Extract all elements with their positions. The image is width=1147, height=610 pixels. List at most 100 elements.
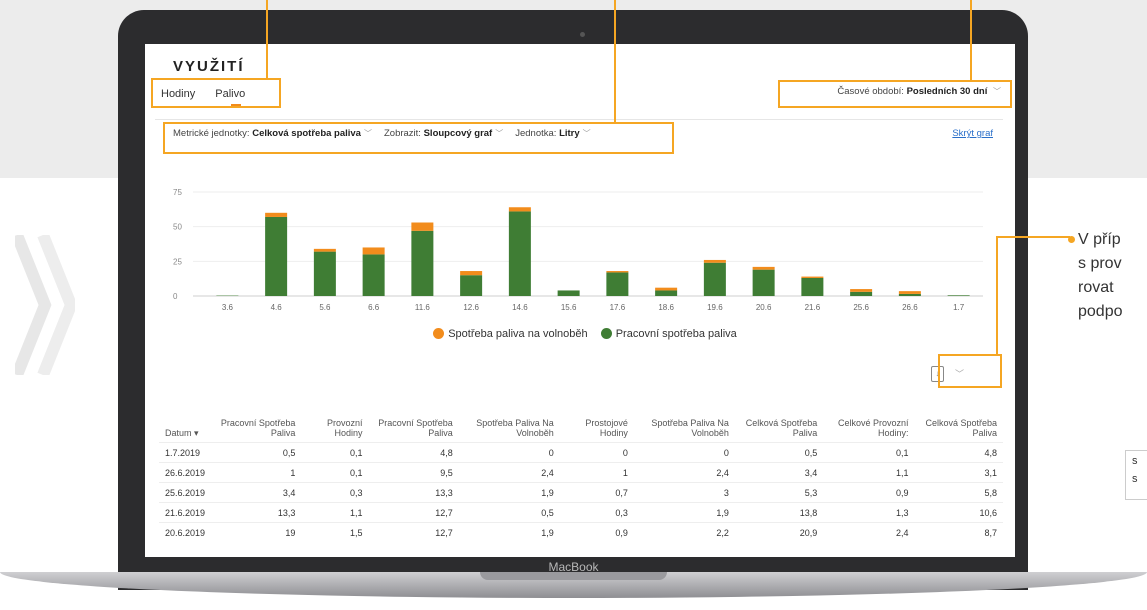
table-cell: 13,3 xyxy=(368,482,459,503)
table-cell: 0,5 xyxy=(734,442,824,463)
legend-label-work: Pracovní spotřeba paliva xyxy=(615,328,737,340)
column-header[interactable]: Datum ▾ xyxy=(159,416,211,443)
table-cell: 3,1 xyxy=(914,462,1003,483)
table-cell: 2,4 xyxy=(823,522,915,542)
bar-segment[interactable] xyxy=(460,275,483,296)
bar-segment[interactable] xyxy=(362,247,385,255)
bar-segment[interactable] xyxy=(606,272,629,296)
table-cell: 8,7 xyxy=(914,522,1003,542)
side-box-line: s xyxy=(1132,473,1138,485)
table-row: 20.6.2019 19 1,5 12,7 1,9 0,9 2,2 20,9 2,4 8,7 xyxy=(159,522,1003,542)
x-tick-label: 18.6 xyxy=(658,303,674,312)
bar-segment[interactable] xyxy=(265,212,288,217)
column-header: Spotřeba Paliva Na Volnoběh xyxy=(651,418,729,438)
bar-segment[interactable] xyxy=(508,211,531,296)
table-cell: 2,4 xyxy=(458,462,560,483)
bar-segment[interactable] xyxy=(752,266,775,270)
chevrons-decoration xyxy=(15,235,75,375)
callout-box-export xyxy=(938,354,1002,388)
table-cell: 1,1 xyxy=(823,462,915,483)
table-cell: 0,1 xyxy=(823,442,915,463)
x-tick-label: 17.6 xyxy=(610,303,626,312)
fuel-table: Datum ▾ Pracovní Spotřeba Paliva Provozní … xyxy=(159,416,1003,542)
x-tick-label: 21.6 xyxy=(805,303,821,312)
leader-line-period-top xyxy=(970,0,972,44)
table-cell: 1,5 xyxy=(301,522,369,542)
table-cell: 0,5 xyxy=(211,442,302,463)
bar-segment[interactable] xyxy=(313,251,336,296)
table-cell: 3,4 xyxy=(734,462,824,483)
bar-segment[interactable] xyxy=(460,271,483,276)
bar-segment[interactable] xyxy=(655,287,678,291)
table-cell: 13,3 xyxy=(211,502,302,523)
leader-line-export-h xyxy=(996,236,1015,238)
table-cell: 12,7 xyxy=(368,522,459,542)
side-text-line: V příp xyxy=(1078,231,1121,248)
bar-segment[interactable] xyxy=(362,254,385,296)
table-cell: 0,3 xyxy=(301,482,369,503)
table-row: 26.6.2019 1 0,1 9,5 2,4 1 2,4 3,4 1,1 3,1 xyxy=(159,462,1003,483)
callout-box-tabs xyxy=(151,78,281,108)
table-cell: 9,5 xyxy=(368,462,459,483)
table-cell: 5,8 xyxy=(914,482,1003,503)
bar-segment[interactable] xyxy=(752,269,775,296)
table-cell: 0,9 xyxy=(559,522,634,542)
legend-swatch-idle xyxy=(433,328,445,339)
side-box-line: s xyxy=(1132,455,1138,467)
bar-segment[interactable] xyxy=(313,248,336,252)
x-tick-label: 15.6 xyxy=(561,303,577,312)
table-row: 21.6.2019 13,3 1,1 12,7 0,5 0,3 1,9 13,8 1,3 10,6 xyxy=(159,502,1003,523)
table-cell: 1,9 xyxy=(633,502,735,523)
bar-segment[interactable] xyxy=(850,289,873,292)
bar-segment[interactable] xyxy=(801,276,824,278)
table-cell: 1,3 xyxy=(823,502,915,523)
bar-segment[interactable] xyxy=(947,295,970,296)
table-cell: 20.6.2019 xyxy=(159,522,212,542)
column-header: Pracovní Spotřeba Paliva xyxy=(378,418,453,438)
table-cell: 3,4 xyxy=(211,482,302,503)
column-header: Celkové Provozní Hodiny: xyxy=(838,418,909,438)
hide-chart-link[interactable]: Skrýt graf xyxy=(952,128,993,139)
camera-dot xyxy=(580,32,585,37)
bar-segment[interactable] xyxy=(801,277,824,296)
side-text-line: podpo xyxy=(1078,303,1123,320)
table-body: 1.7.2019 0,5 0,1 4,8 0 0 0 0,5 0,1 4,8 26.6.2019 1 0… xyxy=(159,442,1003,542)
x-tick-label: 25.6 xyxy=(853,303,869,312)
leader-line-side xyxy=(1015,236,1070,238)
bar-segment[interactable] xyxy=(508,207,531,212)
x-tick-label: 26.6 xyxy=(902,303,918,312)
x-tick-label: 12.6 xyxy=(463,303,479,312)
bar-segment[interactable] xyxy=(606,271,629,273)
y-tick-label: 50 xyxy=(173,223,182,232)
table-cell: 12,7 xyxy=(368,502,459,523)
bar-segment[interactable] xyxy=(898,293,921,296)
x-tick-label: 11.6 xyxy=(415,303,431,312)
table-cell: 0,7 xyxy=(559,482,634,503)
table-cell: 1,9 xyxy=(458,522,560,542)
bar-segment[interactable] xyxy=(898,291,921,294)
bar-segment[interactable] xyxy=(265,216,288,296)
table-cell: 1 xyxy=(559,462,634,483)
bar-segment[interactable] xyxy=(703,259,726,263)
column-header: Celková Spotřeba Paliva xyxy=(745,418,818,438)
table-cell: 4,8 xyxy=(914,442,1003,463)
bar-segment[interactable] xyxy=(850,291,873,296)
table-cell: 5,3 xyxy=(734,482,824,503)
table-cell: 20,9 xyxy=(734,522,824,542)
table-cell: 13,8 xyxy=(734,502,824,523)
side-text-line: s prov xyxy=(1078,255,1122,272)
column-header: Provozní Hodiny xyxy=(326,418,363,438)
bar-segment[interactable] xyxy=(411,230,434,296)
bar-segment[interactable] xyxy=(557,290,580,296)
side-partial-box: s s xyxy=(1125,450,1147,500)
table-header-row: Datum ▾ Pracovní Spotřeba Paliva Provozní … xyxy=(159,416,1003,443)
callout-box-period xyxy=(778,80,1012,108)
leader-line-export-v xyxy=(996,236,998,354)
bar-segment[interactable] xyxy=(655,290,678,296)
leader-line-tabs xyxy=(266,44,268,78)
table-cell: 1 xyxy=(211,462,302,483)
leader-line-filters-top xyxy=(614,0,616,44)
table-cell: 0 xyxy=(458,442,560,463)
bar-segment[interactable] xyxy=(703,262,726,296)
bar-segment[interactable] xyxy=(411,222,434,231)
